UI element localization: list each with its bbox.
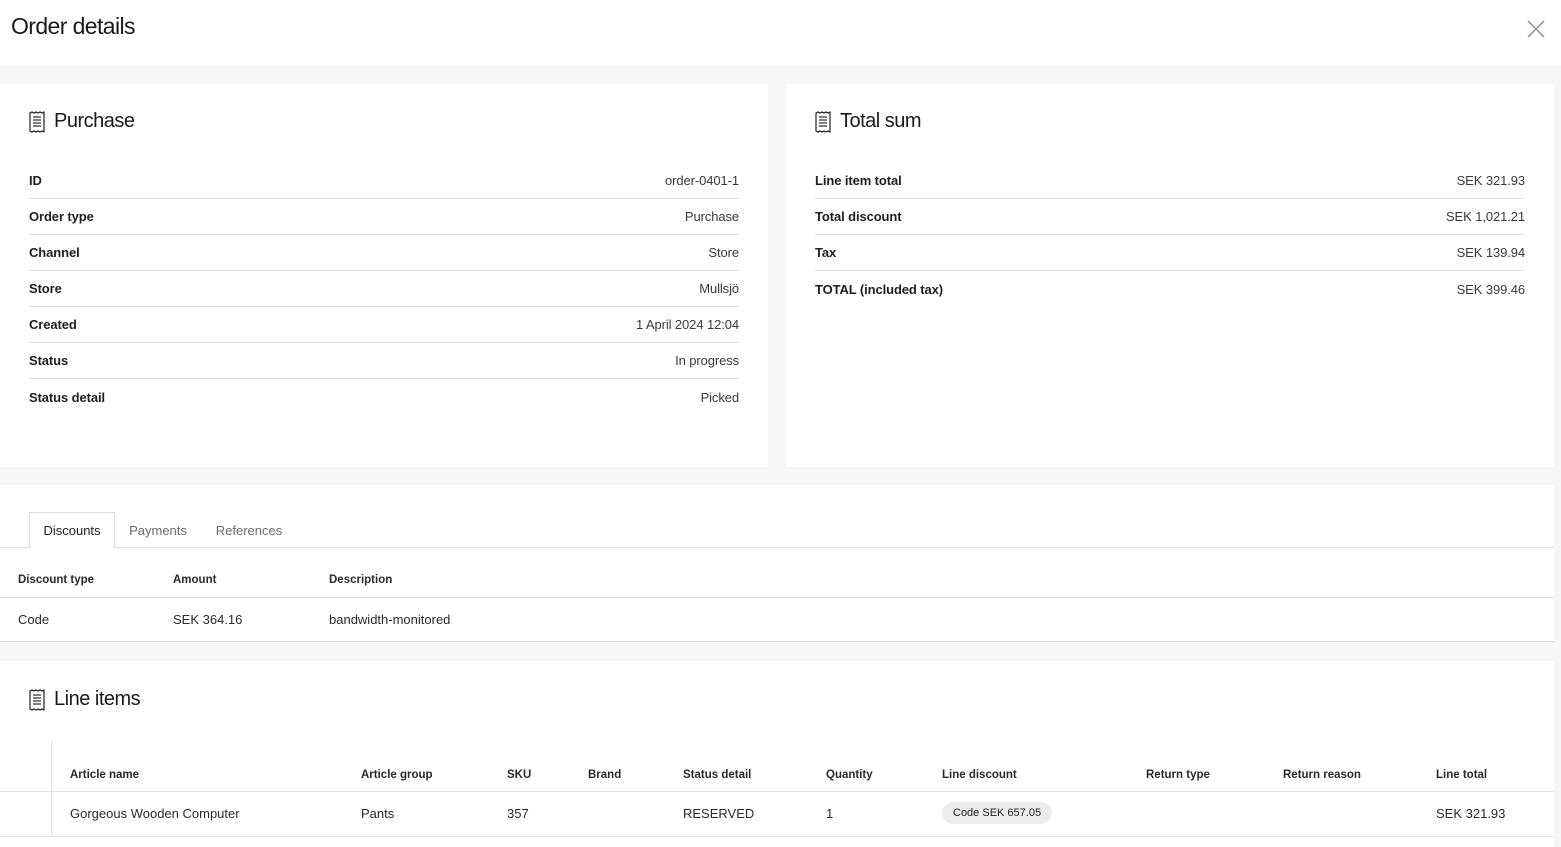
detail-label: Store — [29, 281, 62, 296]
discount-description-cell: bandwidth-monitored — [329, 612, 451, 627]
detail-label: Created — [29, 317, 77, 332]
sum-value: SEK 139.94 — [1456, 245, 1525, 260]
column-header-brand: Brand — [588, 769, 622, 781]
close-icon — [1527, 20, 1545, 38]
divider — [0, 641, 1554, 642]
tab-references[interactable]: References — [206, 512, 292, 548]
article-name-cell: Gorgeous Wooden Computer — [70, 806, 240, 821]
line-discount-chip: Code SEK 657.05 — [942, 802, 1053, 824]
discount-type-cell: Code — [18, 612, 50, 627]
discount-amount-cell: SEK 364.16 — [173, 612, 243, 627]
purchase-title: Purchase — [54, 110, 135, 132]
purchase-card: Purchase ID order-0401-1 Order type Purcha… — [0, 84, 768, 467]
modal-header: Order details — [0, 0, 1561, 65]
receipt-icon — [29, 688, 45, 711]
total-sum-details: Line item total SEK 321.93 Total discount… — [815, 163, 1525, 307]
detail-row-channel: Channel Store — [29, 235, 739, 271]
detail-label: Status detail — [29, 389, 105, 405]
sum-value: SEK 1,021.21 — [1445, 209, 1525, 224]
tab-payments[interactable]: Payments — [120, 512, 196, 548]
divider — [0, 597, 1554, 598]
quantity-cell: 1 — [826, 806, 834, 821]
detail-row-order-type: Order type Purchase — [29, 199, 739, 235]
sum-value: SEK 399.46 — [1456, 281, 1525, 297]
detail-label: ID — [29, 173, 42, 188]
detail-label: Channel — [29, 245, 80, 260]
total-sum-card-header: Total sum — [814, 110, 922, 133]
column-divider — [51, 741, 52, 837]
column-header-line-total: Line total — [1436, 769, 1488, 781]
receipt-icon — [815, 110, 831, 133]
total-sum-title: Total sum — [840, 110, 922, 132]
page-title: Order details — [11, 13, 135, 39]
divider — [0, 836, 1554, 837]
status-detail-cell: RESERVED — [683, 806, 755, 821]
detail-value: Purchase — [684, 209, 739, 224]
column-header-status-detail: Status detail — [683, 769, 752, 781]
column-header-sku: SKU — [507, 769, 532, 781]
sum-row-total-discount: Total discount SEK 1,021.21 — [815, 199, 1525, 235]
column-header-article-name: Article name — [70, 769, 140, 781]
detail-row-store: Store Mullsjö — [29, 271, 739, 307]
sum-label: TOTAL (included tax) — [815, 281, 944, 297]
line-total-cell: SEK 321.93 — [1436, 806, 1506, 821]
detail-value: 1 April 2024 12:04 — [635, 317, 739, 332]
detail-value: Picked — [700, 389, 740, 405]
sku-cell: 357 — [507, 806, 529, 821]
sum-label: Tax — [815, 245, 837, 260]
detail-label: Order type — [29, 209, 94, 224]
column-header-article-group: Article group — [361, 769, 433, 781]
line-items-card-header: Line items — [28, 688, 141, 711]
sum-row-tax: Tax SEK 139.94 — [815, 235, 1525, 271]
line-items-card: Line items Article name Article group SK… — [0, 661, 1554, 847]
receipt-icon — [29, 110, 45, 133]
divider — [0, 791, 1554, 792]
detail-value: Mullsjö — [699, 281, 739, 296]
tab-discounts[interactable]: Discounts — [29, 512, 115, 549]
detail-value: In progress — [675, 353, 739, 368]
column-header-return-reason: Return reason — [1283, 769, 1361, 781]
purchase-details: ID order-0401-1 Order type Purchase Channe… — [29, 163, 739, 415]
detail-row-id: ID order-0401-1 — [29, 163, 739, 199]
sum-label: Total discount — [815, 209, 902, 224]
column-header-amount: Amount — [173, 574, 217, 586]
article-group-cell: Pants — [361, 806, 395, 821]
sum-value: SEK 321.93 — [1456, 173, 1525, 188]
column-header-quantity: Quantity — [826, 769, 873, 781]
sum-label: Line item total — [815, 173, 902, 188]
line-items-title: Line items — [54, 688, 141, 710]
discounts-card: Discounts Payments References Discount t… — [0, 485, 1554, 642]
purchase-card-header: Purchase — [28, 110, 135, 133]
detail-value: order-0401-1 — [665, 173, 739, 188]
column-header-discount-type: Discount type — [18, 574, 95, 586]
sum-row-line-item-total: Line item total SEK 321.93 — [815, 163, 1525, 199]
detail-row-status: Status In progress — [29, 343, 739, 379]
column-header-return-type: Return type — [1146, 769, 1210, 781]
detail-value: Store — [708, 245, 739, 260]
column-header-line-discount: Line discount — [942, 769, 1017, 781]
detail-label: Status — [29, 353, 69, 368]
detail-row-created: Created 1 April 2024 12:04 — [29, 307, 739, 343]
sum-row-total-included-tax: TOTAL (included tax) SEK 399.46 — [815, 271, 1525, 307]
column-header-description: Description — [329, 574, 393, 586]
detail-row-status-detail: Status detail Picked — [29, 379, 739, 415]
tab-bar: Discounts Payments References — [0, 512, 1554, 549]
close-button[interactable] — [1524, 17, 1548, 41]
total-sum-card: Total sum Line item total SEK 321.93 Tota… — [786, 84, 1554, 467]
